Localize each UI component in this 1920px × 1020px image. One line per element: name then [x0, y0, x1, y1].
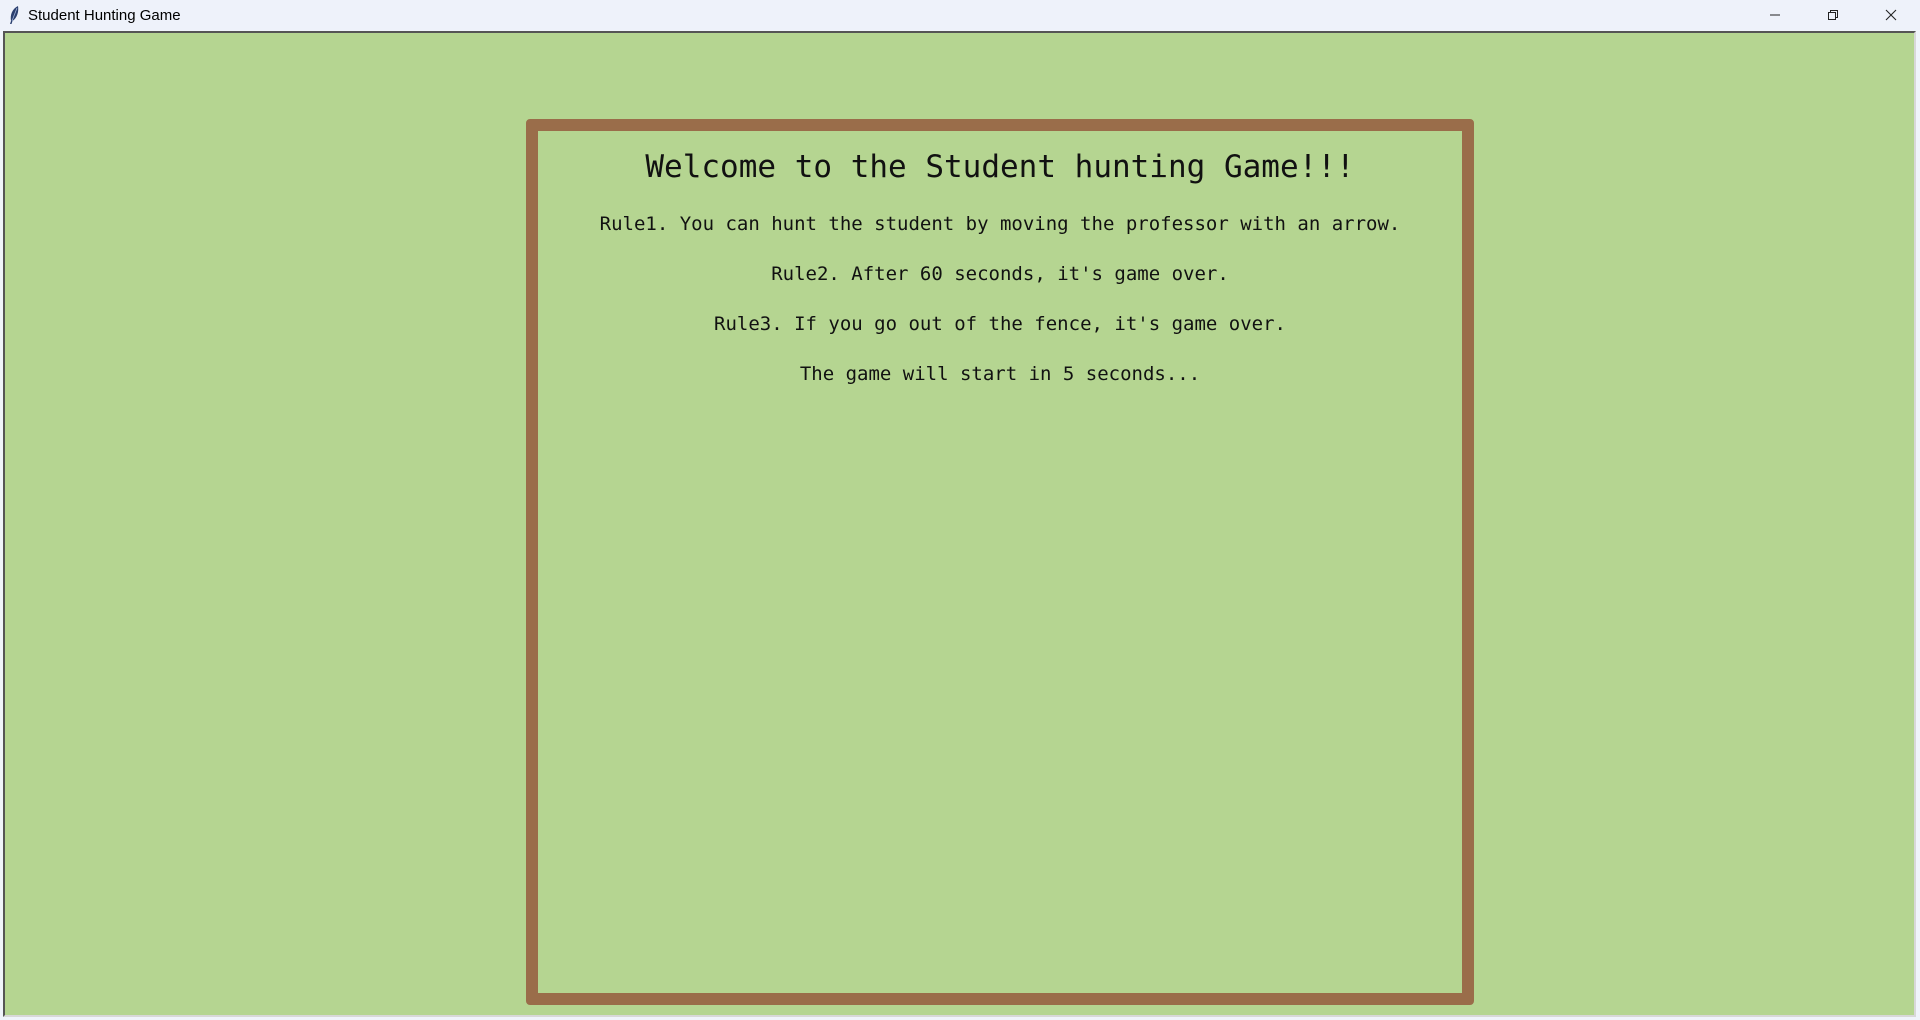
restore-button[interactable]	[1804, 0, 1862, 30]
window-title: Student Hunting Game	[28, 6, 181, 24]
game-canvas[interactable]: Welcome to the Student hunting Game!!! R…	[3, 31, 1916, 1017]
rule-1: Rule1. You can hunt the student by movin…	[599, 213, 1401, 235]
close-icon	[1885, 9, 1897, 21]
title-bar: Student Hunting Game	[0, 0, 1920, 30]
rule-2: Rule2. After 60 seconds, it's game over.	[771, 263, 1229, 285]
close-button[interactable]	[1862, 0, 1920, 30]
minimize-icon	[1770, 14, 1780, 16]
feather-icon	[6, 5, 22, 25]
countdown-text: The game will start in 5 seconds...	[799, 363, 1201, 385]
minimize-button[interactable]	[1746, 0, 1804, 30]
restore-icon	[1828, 10, 1838, 20]
welcome-title: Welcome to the Student hunting Game!!!	[645, 149, 1355, 185]
rule-3: Rule3. If you go out of the fence, it's …	[714, 313, 1286, 335]
window-controls	[1746, 0, 1920, 30]
instructions: Welcome to the Student hunting Game!!! R…	[526, 119, 1474, 399]
